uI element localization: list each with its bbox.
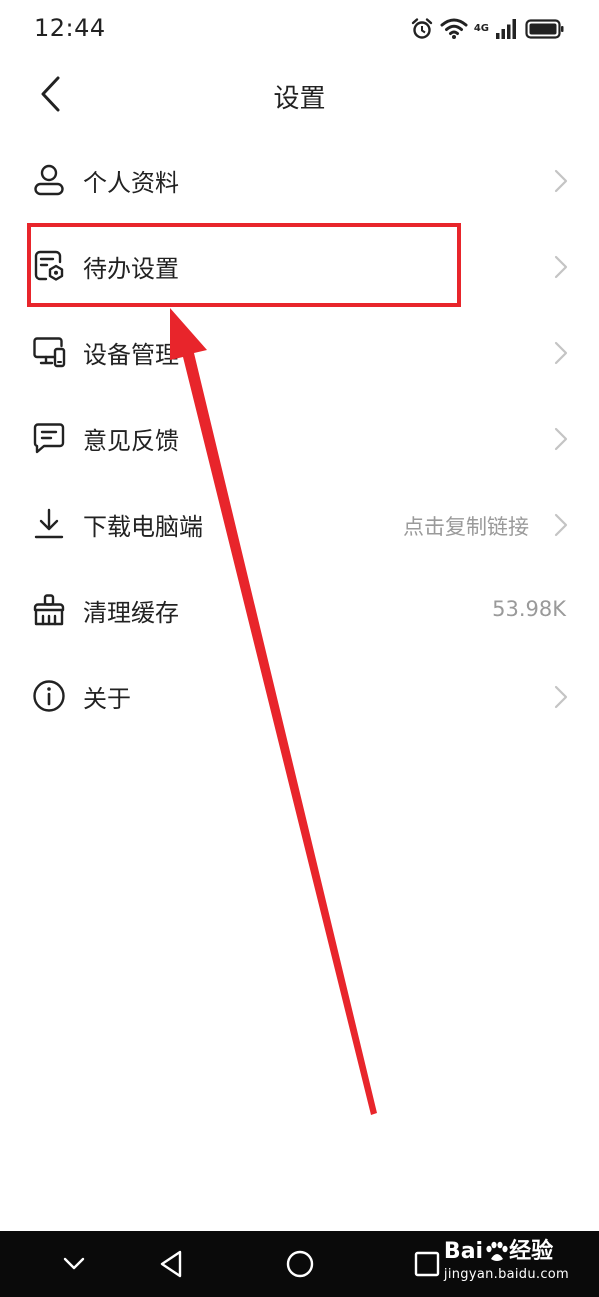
settings-item-label: 下载电脑端: [83, 513, 203, 541]
watermark-url: jingyan.baidu.com: [443, 1267, 569, 1282]
paw-icon: [484, 1241, 508, 1263]
cellular-signal-icon: [495, 18, 519, 40]
settings-list: 个人资料 待办设置 设备管理 意见反馈 下载电脑端 点击复制链接 清理缓存 53…: [0, 136, 599, 738]
watermark-logo: Bai 经验: [444, 1241, 569, 1263]
chevron-right-icon: [554, 513, 568, 537]
download-icon: [32, 507, 66, 541]
nav-home-button[interactable]: [278, 1243, 322, 1285]
settings-item-download-desktop[interactable]: 下载电脑端 点击复制链接: [0, 480, 599, 566]
chevron-right-icon: [554, 341, 568, 365]
nav-collapse-button[interactable]: [52, 1243, 96, 1285]
watermark-logo-suffix: 经验: [509, 1239, 554, 1264]
wifi-icon: [440, 18, 468, 40]
settings-item-clear-cache[interactable]: 清理缓存 53.98K: [0, 566, 599, 652]
chevron-right-icon: [554, 255, 568, 279]
status-time: 12:44: [34, 14, 106, 42]
person-icon: [32, 163, 66, 197]
settings-item-label: 设备管理: [83, 341, 179, 369]
settings-item-profile[interactable]: 个人资料: [0, 136, 599, 222]
network-type-label: 4G: [473, 23, 489, 34]
home-circle-icon: [286, 1250, 314, 1278]
top-app-bar: 设置: [0, 58, 599, 134]
settings-item-devices[interactable]: 设备管理: [0, 308, 599, 394]
settings-item-label: 待办设置: [83, 255, 179, 283]
info-icon: [32, 679, 66, 713]
todo-settings-icon: [32, 249, 66, 283]
baidu-jingyan-watermark: Bai 经验 jingyan.baidu.com: [444, 1241, 569, 1283]
settings-item-label: 关于: [83, 685, 131, 713]
settings-item-feedback[interactable]: 意见反馈: [0, 394, 599, 480]
settings-item-about[interactable]: 关于: [0, 652, 599, 738]
settings-item-label: 个人资料: [83, 169, 179, 197]
chevron-right-icon: [554, 169, 568, 193]
status-icons: 4G: [410, 14, 565, 44]
copy-link-hint[interactable]: 点击复制链接: [403, 511, 529, 541]
battery-icon: [525, 18, 565, 40]
watermark-logo-prefix: Bai: [443, 1239, 484, 1264]
devices-icon: [32, 335, 66, 369]
chevron-down-icon: [63, 1257, 85, 1270]
nav-back-button[interactable]: [150, 1243, 194, 1285]
chevron-right-icon: [554, 685, 568, 709]
back-triangle-icon: [160, 1250, 182, 1278]
chevron-right-icon: [554, 427, 568, 451]
settings-item-label: 意见反馈: [83, 427, 179, 455]
system-nav-bar: Bai 经验 jingyan.baidu.com: [0, 1231, 599, 1297]
feedback-icon: [32, 421, 66, 455]
settings-item-label: 清理缓存: [83, 599, 179, 627]
recents-square-icon: [414, 1251, 440, 1277]
alarm-icon: [410, 17, 434, 41]
page-title: 设置: [273, 84, 326, 114]
settings-screen: 12:44 4G 设置 个人资料 待办设置 设备管理 意见反馈 下载电脑端 点击…: [0, 0, 599, 1297]
cache-size-value: 53.98K: [492, 597, 566, 621]
nav-recents-button[interactable]: [405, 1243, 449, 1285]
status-bar: 12:44 4G: [0, 0, 599, 58]
broom-icon: [32, 593, 66, 627]
settings-item-todo[interactable]: 待办设置: [0, 222, 599, 308]
